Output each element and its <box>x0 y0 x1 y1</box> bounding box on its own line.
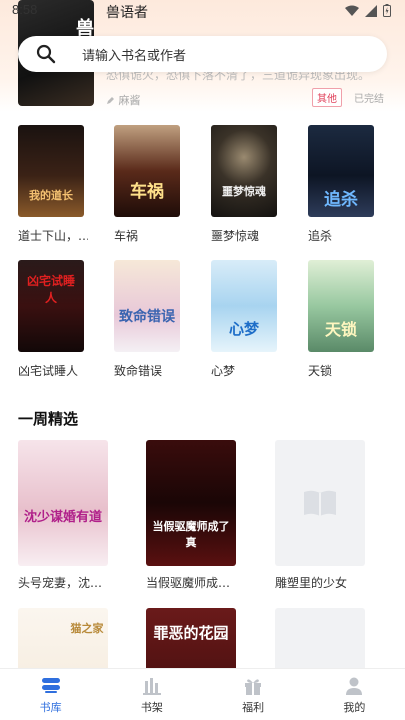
search-input[interactable]: 请输入书名或作者 <box>82 45 186 64</box>
wifi-icon <box>345 5 359 16</box>
tab-bookshelf[interactable]: 书架 <box>101 669 202 720</box>
book-cover-text: 追杀 <box>324 190 358 210</box>
book-cover-text: 天锁 <box>324 320 357 339</box>
bookshelf-icon <box>142 678 161 695</box>
book-cover-text: 噩梦惊魂 <box>222 185 266 198</box>
tab-profile-label: 我的 <box>343 701 366 714</box>
book-title: 致命错误 <box>114 364 163 378</box>
tab-profile[interactable]: 我的 <box>304 669 405 720</box>
book-cover[interactable]: 凶宅试睡人 <box>18 260 84 352</box>
gift-icon <box>245 679 262 695</box>
book-cover[interactable]: 当假驱魔师成了真 <box>146 440 236 566</box>
featured-book-author: 麻酱 <box>106 92 141 108</box>
status-bar: 8:58 <box>0 0 405 24</box>
book-title: 噩梦惊魂 <box>211 229 260 243</box>
book-title: 天锁 <box>308 364 333 378</box>
weekly-book-item[interactable]: 雕塑里的少女 <box>275 440 385 591</box>
status-badge: 已完结 <box>354 94 384 105</box>
book-cover[interactable]: 车祸 <box>114 125 180 217</box>
book-cover-text: 沈少谋婚有道 <box>23 510 102 525</box>
library-icon <box>41 678 60 693</box>
book-cover[interactable]: 天锁 <box>308 260 374 352</box>
featured-author-name: 麻酱 <box>118 94 141 107</box>
book-item[interactable]: 天锁 天锁 <box>308 260 378 379</box>
tab-library[interactable]: 书库 <box>0 669 101 720</box>
section-title-weekly: 一周精选 <box>18 410 79 428</box>
book-cover-placeholder[interactable] <box>275 440 365 566</box>
pen-icon <box>107 97 114 104</box>
book-item[interactable]: 心梦 心梦 <box>211 260 281 379</box>
book-cover-text: 当假驱魔师成了真 <box>152 520 230 549</box>
book-cover[interactable]: 沈少谋婚有道 <box>18 440 108 566</box>
book-cover-text: 心梦 <box>228 320 259 338</box>
battery-icon <box>383 4 391 17</box>
category-badge: 其他 <box>312 88 342 107</box>
book-cover[interactable]: 追杀 <box>308 125 374 217</box>
status-time: 8:58 <box>12 2 38 17</box>
book-title: 头号宠妻，沈… <box>18 576 103 590</box>
signal-icon <box>365 4 377 17</box>
book-title: 道士下山，… <box>18 229 88 243</box>
book-cover[interactable]: 我的道长 <box>18 125 84 217</box>
book-placeholder-icon <box>304 490 336 516</box>
tab-benefits[interactable]: 福利 <box>203 669 304 720</box>
book-title: 追杀 <box>308 229 333 243</box>
weekly-book-item[interactable]: 沈少谋婚有道 头号宠妻，沈… <box>18 440 128 591</box>
book-title: 雕塑里的少女 <box>275 576 348 590</box>
profile-icon <box>346 677 363 695</box>
book-item[interactable]: 我的道长 道士下山，… <box>18 125 88 244</box>
book-cover-text: 车祸 <box>130 182 164 202</box>
book-title: 心梦 <box>211 364 236 378</box>
bottom-nav: 书库 书架 福利 我的 <box>0 668 405 720</box>
tab-bookshelf-label: 书架 <box>140 701 163 714</box>
book-item[interactable]: 致命错误 致命错误 <box>114 260 184 379</box>
book-item[interactable]: 凶宅试睡人 凶宅试睡人 <box>18 260 88 379</box>
book-cover[interactable]: 致命错误 <box>114 260 180 352</box>
book-title: 当假驱魔师成… <box>146 576 231 590</box>
book-item[interactable]: 追杀 追杀 <box>308 125 378 244</box>
status-icons <box>345 4 391 17</box>
search-bar[interactable]: 请输入书名或作者 <box>18 36 387 72</box>
book-cover[interactable]: 噩梦惊魂 <box>211 125 277 217</box>
tab-library-label: 书库 <box>39 701 62 714</box>
book-title: 凶宅试睡人 <box>18 364 79 378</box>
book-cover-text: 罪恶的花园 <box>153 624 229 642</box>
book-cover-text: 我的道长 <box>29 189 73 202</box>
book-cover[interactable]: 心梦 <box>211 260 277 352</box>
book-item[interactable]: 车祸 车祸 <box>114 125 184 244</box>
weekly-book-item[interactable]: 当假驱魔师成了真 当假驱魔师成… <box>146 440 256 591</box>
book-title: 车祸 <box>114 229 139 243</box>
tab-benefits-label: 福利 <box>242 701 265 714</box>
book-cover-text: 致命错误 <box>119 309 175 325</box>
book-cover-text: 凶宅试睡人 <box>26 274 75 305</box>
book-item[interactable]: 噩梦惊魂 噩梦惊魂 <box>211 125 281 244</box>
book-cover-text: 猫之家 <box>70 622 104 635</box>
search-icon <box>36 44 56 64</box>
